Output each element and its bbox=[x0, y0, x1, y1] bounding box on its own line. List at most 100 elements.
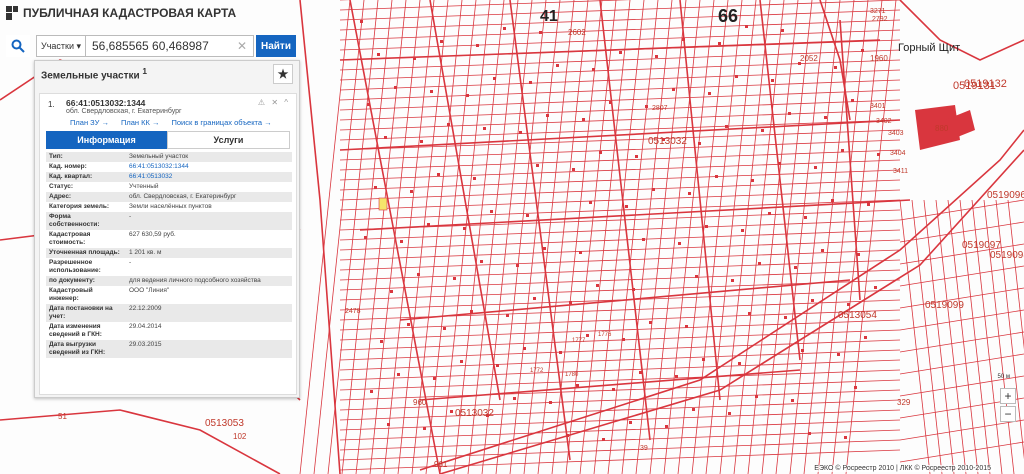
map-label: 1780 bbox=[565, 372, 579, 378]
info-value: 29.04.2014 bbox=[129, 323, 162, 330]
search-icon[interactable] bbox=[6, 35, 30, 57]
attribution: ЕЭКО © Росреестр 2010 | ЛКК © Росреестр … bbox=[811, 465, 994, 472]
search-in-bounds-link[interactable]: Поиск в границах объекта → bbox=[171, 118, 271, 127]
map-label: 3402 bbox=[876, 118, 892, 125]
info-row: Статус: Учтенный bbox=[46, 182, 292, 192]
info-key: Категория земель: bbox=[49, 203, 110, 210]
info-key: Разрешенное использование: bbox=[49, 259, 101, 274]
search-input[interactable]: 56,685565 60,468987 ✕ bbox=[86, 35, 254, 57]
info-row: по документу: для ведения личного подсобн… bbox=[46, 276, 292, 286]
map-label: 51 bbox=[58, 412, 67, 421]
info-key: Статус: bbox=[49, 183, 74, 190]
map-label: 2807 bbox=[652, 105, 668, 112]
map-label: 0513053 bbox=[205, 418, 244, 429]
info-key: Дата постановки на учет: bbox=[49, 305, 113, 320]
panel-title-text: Земельные участки bbox=[41, 70, 140, 82]
info-value: для ведения личного подсобного хозяйства bbox=[129, 277, 261, 284]
info-key: Дата изменения сведений в ГКН: bbox=[49, 323, 102, 338]
map-label: 0513032 bbox=[648, 136, 687, 147]
star-icon[interactable]: ★ bbox=[273, 64, 293, 84]
map-label: 66 bbox=[718, 6, 739, 26]
info-key: Тип: bbox=[49, 153, 63, 160]
info-value[interactable]: 66:41:0513032:1344 bbox=[126, 162, 292, 172]
map-label: 41 bbox=[540, 8, 558, 25]
info-value: Земли населённых пунктов bbox=[129, 203, 212, 210]
app-title: ПУБЛИЧНАЯ КАДАСТРОВАЯ КАРТА bbox=[6, 6, 236, 20]
tab-info[interactable]: Информация bbox=[46, 131, 167, 149]
info-value: 22.12.2009 bbox=[129, 305, 162, 312]
info-key: по документу: bbox=[49, 277, 95, 284]
info-row: Кадастровая стоимость: 627 630,59 руб. bbox=[46, 230, 292, 248]
map-label: 2602 bbox=[568, 28, 586, 37]
selected-parcel[interactable] bbox=[378, 197, 388, 211]
map-label: 3401 bbox=[870, 103, 886, 110]
map-label: 960 bbox=[413, 398, 427, 407]
item-number: 1. bbox=[48, 100, 55, 109]
info-value: обл. Свердловская, г. Екатеринбург bbox=[129, 193, 237, 200]
search-bar: Участки ▾ 56,685565 60,468987 ✕ Найти bbox=[6, 35, 296, 57]
scale-label: 50 м bbox=[997, 374, 1010, 380]
map-label: 3411 bbox=[893, 168, 909, 175]
map-label: 39 bbox=[640, 445, 648, 452]
info-row: Уточненная площадь: 1 201 кв. м bbox=[46, 248, 292, 258]
search-type-value: Участки bbox=[41, 41, 74, 51]
zoom-out-button[interactable]: − bbox=[1000, 406, 1016, 422]
info-row: Кад. номер: 66:41:0513032:1344 bbox=[46, 162, 292, 172]
info-key: Форма собственности: bbox=[49, 213, 100, 228]
info-row: Дата изменения сведений в ГКН: 29.04.2014 bbox=[46, 322, 292, 340]
info-value: 627 630,59 руб. bbox=[129, 231, 176, 238]
app-title-text: ПУБЛИЧНАЯ КАДАСТРОВАЯ КАРТА bbox=[23, 6, 237, 20]
info-row: Кадастровый инженер: ООО "Линия" bbox=[46, 286, 292, 304]
plan-zu-link[interactable]: План ЗУ → bbox=[70, 118, 109, 127]
zoom-in-button[interactable]: + bbox=[1000, 388, 1016, 404]
map-label: 102 bbox=[233, 432, 247, 441]
info-value: ООО "Линия" bbox=[129, 287, 170, 294]
map-label: 0519098 bbox=[990, 250, 1024, 261]
info-key: Кадастровая стоимость: bbox=[49, 231, 91, 246]
info-row: Разрешенное использование: - bbox=[46, 258, 292, 276]
info-table: Тип: Земельный участок Кад. номер: 66:41:05… bbox=[46, 152, 292, 358]
map-label: 1776 bbox=[598, 332, 612, 338]
parcel-address: обл. Свердловская, г. Екатеринбург bbox=[66, 108, 182, 115]
map-label: 880 bbox=[935, 124, 949, 133]
info-row: Тип: Земельный участок bbox=[46, 152, 292, 162]
info-row: Кад. квартал: 66:41:0513032 bbox=[46, 172, 292, 182]
map-label: 0513032 bbox=[455, 408, 494, 419]
info-row: Адрес: обл. Свердловская, г. Екатеринбург bbox=[46, 192, 292, 202]
results-panel: Земельные участки 1 ★ 1. 66:41:0513032:1… bbox=[34, 60, 300, 398]
info-value: - bbox=[129, 213, 132, 220]
info-row: Дата постановки на учет: 22.12.2009 bbox=[46, 304, 292, 322]
map-label: 0513054 bbox=[838, 310, 877, 321]
info-row: Категория земель: Земли населённых пункто… bbox=[46, 202, 292, 212]
result-count: 1 bbox=[142, 66, 148, 77]
cad-number-title[interactable]: 66:41:0513032:1344 bbox=[66, 98, 290, 108]
info-value: Учтенный bbox=[129, 183, 159, 190]
map-label: 3271 bbox=[870, 8, 886, 15]
chevron-down-icon: ▾ bbox=[76, 40, 81, 51]
parcel-card: 1. 66:41:0513032:1344 обл. Свердловская,… bbox=[39, 93, 297, 395]
map-label: Горный Щит bbox=[898, 42, 961, 54]
map-label: 1772 bbox=[530, 368, 544, 374]
map-label: 3403 bbox=[888, 130, 904, 137]
info-key: Уточненная площадь: bbox=[49, 249, 120, 256]
clear-icon[interactable]: ✕ bbox=[237, 39, 247, 53]
zoom-controls: + − bbox=[1000, 388, 1016, 422]
logo-icon bbox=[6, 6, 18, 20]
map-label: 2052 bbox=[800, 54, 818, 63]
plan-kk-link[interactable]: План КК → bbox=[121, 118, 160, 127]
info-key: Кад. квартал: bbox=[49, 173, 93, 180]
info-value: 29.03.2015 bbox=[129, 341, 162, 348]
info-key: Адрес: bbox=[49, 193, 72, 200]
info-value: 1 201 кв. м bbox=[129, 249, 162, 256]
map-label: 1960 bbox=[870, 54, 888, 63]
find-button[interactable]: Найти bbox=[256, 35, 296, 57]
map-label: 1777 bbox=[572, 338, 586, 344]
search-type-select[interactable]: Участки ▾ bbox=[36, 35, 86, 57]
search-input-value: 56,685565 60,468987 bbox=[92, 39, 209, 53]
map-label: 0519096 bbox=[987, 190, 1024, 201]
info-row: Форма собственности: - bbox=[46, 212, 292, 230]
tab-services[interactable]: Услуги bbox=[167, 131, 290, 149]
info-value[interactable]: 66:41:0513032 bbox=[126, 172, 292, 182]
card-action-icons[interactable]: ⚠ ✕ ^ bbox=[258, 98, 290, 107]
map-label: 2792 bbox=[872, 16, 888, 23]
